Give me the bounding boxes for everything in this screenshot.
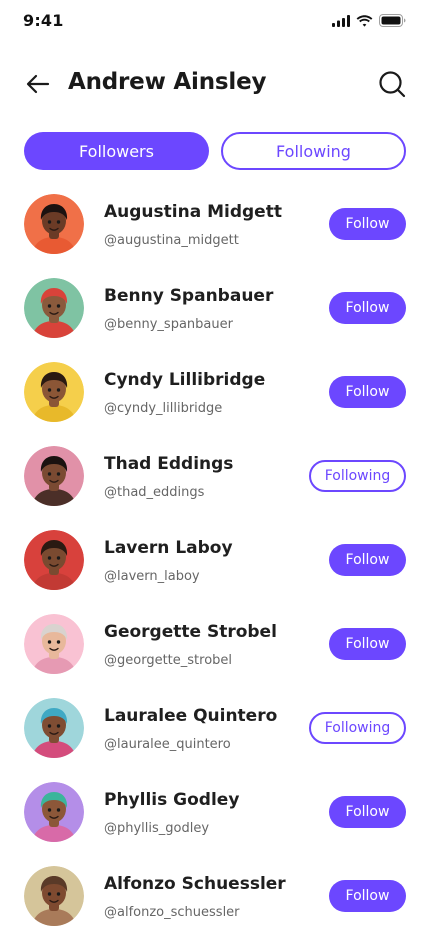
follow-button[interactable]: Follow bbox=[329, 208, 406, 240]
list-item[interactable]: Cyndy Lillibridge @cyndy_lillibridge Follo… bbox=[0, 362, 430, 446]
user-handle: @georgette_strobel bbox=[104, 653, 233, 668]
search-button[interactable] bbox=[376, 68, 408, 100]
list-item[interactable]: Lavern Laboy @lavern_laboy Follow bbox=[0, 530, 430, 614]
user-name: Georgette Strobel bbox=[104, 622, 277, 642]
user-name: Alfonzo Schuessler bbox=[104, 874, 286, 894]
user-name: Lauralee Quintero bbox=[104, 706, 278, 726]
avatar[interactable] bbox=[24, 530, 84, 590]
list-item[interactable]: Lauralee Quintero @lauralee_quintero Follo… bbox=[0, 698, 430, 782]
user-handle: @cyndy_lillibridge bbox=[104, 401, 223, 416]
user-name: Lavern Laboy bbox=[104, 538, 233, 558]
user-handle: @alfonzo_schuessler bbox=[104, 905, 240, 920]
user-handle: @phyllis_godley bbox=[104, 821, 210, 836]
avatar[interactable] bbox=[24, 362, 84, 422]
user-handle: @lavern_laboy bbox=[104, 569, 200, 584]
follow-button[interactable]: Follow bbox=[329, 628, 406, 660]
avatar[interactable] bbox=[24, 194, 84, 254]
follow-button[interactable]: Follow bbox=[329, 292, 406, 324]
status-bar: 9:41 bbox=[0, 0, 430, 44]
user-name: Benny Spanbauer bbox=[104, 286, 274, 306]
followers-list: Augustina Midgett @augustina_midgett Follo… bbox=[0, 194, 430, 932]
list-item[interactable]: Benny Spanbauer @benny_spanbauer Follow bbox=[0, 278, 430, 362]
avatar[interactable] bbox=[24, 278, 84, 338]
list-item[interactable]: Augustina Midgett @augustina_midgett Follo… bbox=[0, 194, 430, 278]
list-item[interactable]: Phyllis Godley @phyllis_godley Follow bbox=[0, 782, 430, 866]
page-title: Andrew Ainsley bbox=[68, 69, 267, 95]
avatar-image bbox=[24, 446, 84, 506]
avatar[interactable] bbox=[24, 866, 84, 926]
follow-button[interactable]: Follow bbox=[329, 376, 406, 408]
list-item[interactable]: Thad Eddings @thad_eddings Following bbox=[0, 446, 430, 530]
header: Andrew Ainsley bbox=[0, 62, 430, 106]
user-name: Cyndy Lillibridge bbox=[104, 370, 266, 390]
follow-button[interactable]: Follow bbox=[329, 796, 406, 828]
cellular-signal-icon bbox=[332, 14, 350, 27]
follow-button[interactable]: Follow bbox=[329, 544, 406, 576]
avatar[interactable] bbox=[24, 446, 84, 506]
list-item[interactable]: Georgette Strobel @georgette_strobel Follo… bbox=[0, 614, 430, 698]
user-name: Thad Eddings bbox=[104, 454, 234, 474]
user-handle: @lauralee_quintero bbox=[104, 737, 231, 752]
following-button[interactable]: Following bbox=[309, 460, 406, 492]
follow-button[interactable]: Follow bbox=[329, 880, 406, 912]
list-item[interactable]: Alfonzo Schuessler @alfonzo_schuessler Fol… bbox=[0, 866, 430, 932]
avatar[interactable] bbox=[24, 782, 84, 842]
avatar-image bbox=[24, 362, 84, 422]
avatar-image bbox=[24, 614, 84, 674]
avatar[interactable] bbox=[24, 614, 84, 674]
avatar-image bbox=[24, 194, 84, 254]
status-time: 9:41 bbox=[23, 11, 64, 30]
back-button[interactable] bbox=[22, 70, 54, 98]
user-handle: @augustina_midgett bbox=[104, 233, 239, 248]
status-icons bbox=[332, 14, 406, 27]
tab-followers[interactable]: Followers bbox=[24, 132, 209, 170]
user-name: Augustina Midgett bbox=[104, 202, 282, 222]
search-icon bbox=[379, 71, 406, 98]
battery-icon bbox=[379, 14, 406, 27]
user-name: Phyllis Godley bbox=[104, 790, 240, 810]
tab-bar: Followers Following bbox=[24, 132, 406, 170]
arrow-left-icon bbox=[26, 74, 50, 94]
avatar-image bbox=[24, 530, 84, 590]
user-handle: @thad_eddings bbox=[104, 485, 205, 500]
avatar-image bbox=[24, 698, 84, 758]
following-button[interactable]: Following bbox=[309, 712, 406, 744]
avatar-image bbox=[24, 278, 84, 338]
tab-following[interactable]: Following bbox=[221, 132, 406, 170]
avatar-image bbox=[24, 866, 84, 926]
user-handle: @benny_spanbauer bbox=[104, 317, 233, 332]
wifi-icon bbox=[356, 14, 373, 27]
avatar-image bbox=[24, 782, 84, 842]
avatar[interactable] bbox=[24, 698, 84, 758]
